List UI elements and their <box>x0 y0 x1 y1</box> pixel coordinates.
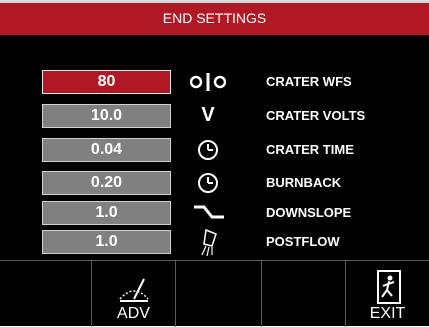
softkey-3[interactable] <box>176 261 262 327</box>
postflow-value[interactable]: 1.0 <box>42 230 171 254</box>
adv-button[interactable]: ADV <box>92 261 176 327</box>
downslope-label: DOWNSLOPE <box>266 205 352 220</box>
weld-settings-icon <box>116 269 152 305</box>
param-row-postflow[interactable]: 1.0 POSTFLOW <box>0 228 429 257</box>
crater-time-label: CRATER TIME <box>266 142 354 157</box>
clock-icon <box>190 169 226 197</box>
burnback-value[interactable]: 0.20 <box>42 171 171 195</box>
softkey-4[interactable] <box>262 261 346 327</box>
clock-icon <box>190 136 226 164</box>
exit-icon <box>370 269 406 305</box>
crater-wfs-value[interactable]: 80 <box>42 70 171 94</box>
crater-wfs-label: CRATER WFS <box>266 74 352 89</box>
gas-flow-icon <box>190 228 226 257</box>
page-title: END SETTINGS <box>0 0 429 35</box>
wire-feed-icon <box>190 68 226 96</box>
end-settings-screen: END SETTINGS 80 CRATER WFS 10.0 V CRATER… <box>0 0 429 327</box>
downslope-value[interactable]: 1.0 <box>42 201 171 225</box>
postflow-label: POSTFLOW <box>266 234 340 249</box>
exit-label: EXIT <box>369 305 406 322</box>
softkey-bar: ADV EXIT <box>0 260 429 327</box>
param-row-crater-volts[interactable]: 10.0 V CRATER VOLTS <box>0 104 429 128</box>
burnback-label: BURNBACK <box>266 175 342 190</box>
crater-time-value[interactable]: 0.04 <box>42 138 171 162</box>
crater-volts-label: CRATER VOLTS <box>266 108 366 123</box>
exit-button[interactable]: EXIT <box>346 261 429 327</box>
param-row-downslope[interactable]: 1.0 DOWNSLOPE <box>0 201 429 225</box>
downslope-icon <box>190 199 226 227</box>
crater-volts-value[interactable]: 10.0 <box>42 104 171 128</box>
adv-label: ADV <box>117 305 150 322</box>
softkey-1[interactable] <box>0 261 92 327</box>
param-row-crater-wfs[interactable]: 80 CRATER WFS <box>0 70 429 94</box>
param-row-burnback[interactable]: 0.20 BURNBACK <box>0 171 429 195</box>
volts-icon: V <box>190 102 226 130</box>
volts-glyph: V <box>201 104 215 126</box>
param-row-crater-time[interactable]: 0.04 CRATER TIME <box>0 138 429 162</box>
